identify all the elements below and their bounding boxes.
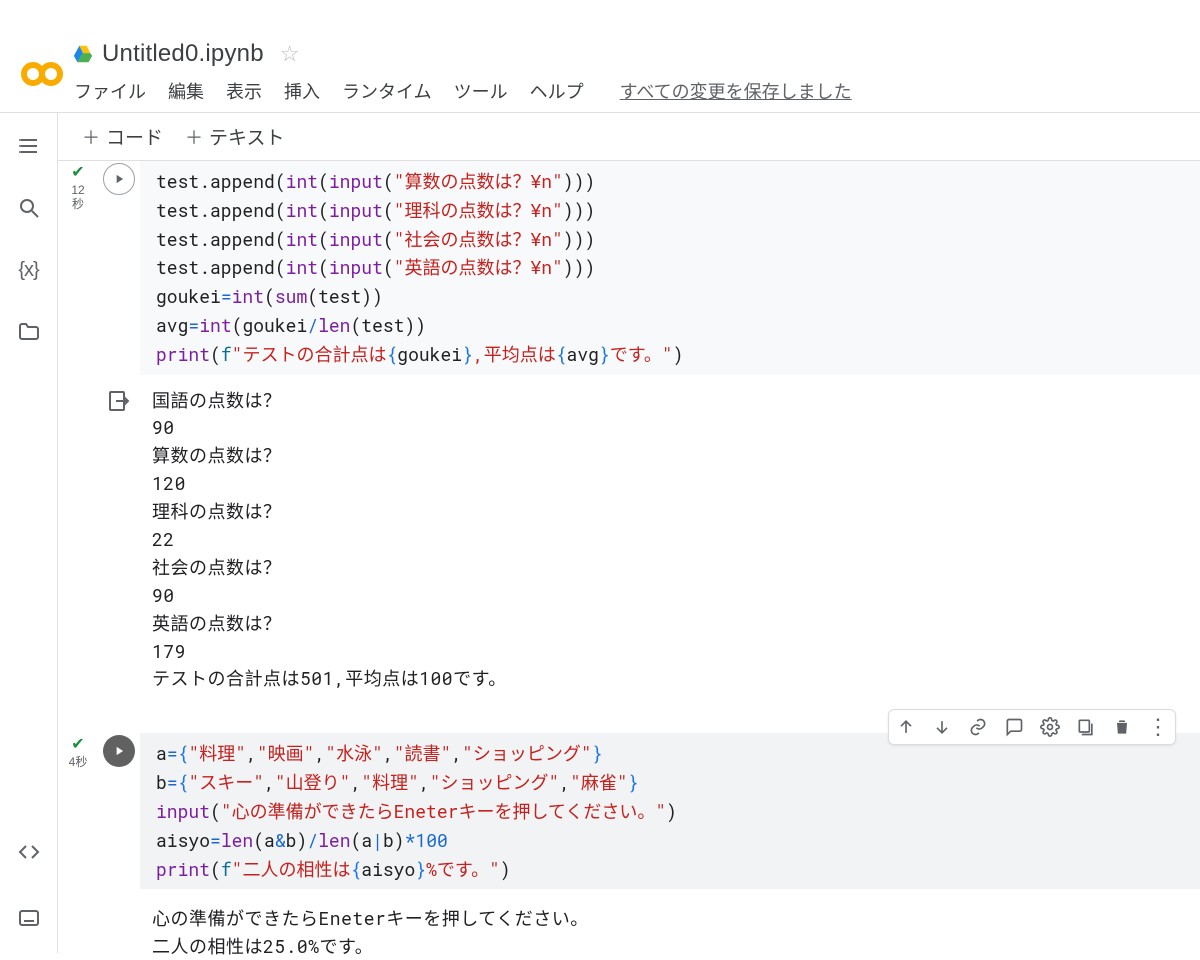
cell-action-toolbar: ⋮ (888, 709, 1176, 745)
menu-edit[interactable]: 編集 (168, 78, 204, 104)
run-cell-button[interactable] (103, 735, 135, 767)
menu-help[interactable]: ヘルプ (530, 78, 584, 104)
colab-logo[interactable] (12, 44, 72, 104)
settings-icon[interactable] (1039, 716, 1061, 738)
code-editor[interactable]: test.append(int(input("算数の点数は？¥n"))) tes… (140, 161, 1200, 375)
toc-icon[interactable] (16, 133, 42, 159)
output-arrow-icon[interactable] (98, 387, 140, 694)
cell-duration: 12秒 (71, 183, 84, 212)
header: Untitled0.ipynb ☆ ファイル 編集 表示 挿入 ランタイム ツー… (0, 30, 1200, 112)
terminal-icon[interactable] (16, 905, 42, 931)
code-editor[interactable]: a={"料理","映画","水泳","読書","ショッピング"} b={"スキー… (140, 733, 1200, 889)
menu-file[interactable]: ファイル (74, 78, 146, 104)
mirror-icon[interactable] (1075, 716, 1097, 738)
code-cell: ⋮ ✔ 4秒 a={"料理","映画","水泳","読書","ショッピング"} … (58, 733, 1200, 960)
move-down-icon[interactable] (931, 716, 953, 738)
save-status[interactable]: すべての変更を保存しました (620, 78, 852, 104)
cell-duration: 4秒 (69, 755, 88, 769)
add-code-button[interactable]: ＋コード (82, 123, 163, 150)
menu-tools[interactable]: ツール (454, 78, 508, 104)
cell-status: ✔ 12秒 (58, 161, 98, 212)
add-text-button[interactable]: ＋テキスト (185, 123, 284, 150)
left-rail: {x} (0, 113, 58, 953)
menubar: ファイル 編集 表示 挿入 ランタイム ツール ヘルプ すべての変更を保存しまし… (72, 68, 852, 112)
menu-view[interactable]: 表示 (226, 78, 262, 104)
more-icon[interactable]: ⋮ (1147, 716, 1169, 738)
notebook-toolbar: ＋コード ＋テキスト (58, 113, 1200, 160)
drive-icon (72, 43, 94, 65)
run-cell-button[interactable] (103, 163, 135, 195)
comment-icon[interactable] (1003, 716, 1025, 738)
link-icon[interactable] (967, 716, 989, 738)
files-icon[interactable] (16, 319, 42, 345)
code-snippets-icon[interactable] (16, 839, 42, 865)
cell-output: 心の準備ができたらEneterキーを押してください。 二人の相性は25.0%です… (140, 905, 1200, 960)
cell-output: 国語の点数は？ 90 算数の点数は？ 120 理科の点数は？ 22 社会の点数は… (140, 387, 1200, 694)
menu-insert[interactable]: 挿入 (284, 78, 320, 104)
search-icon[interactable] (16, 195, 42, 221)
move-up-icon[interactable] (895, 716, 917, 738)
check-icon: ✔ (71, 165, 84, 181)
check-icon: ✔ (71, 737, 84, 753)
star-icon[interactable]: ☆ (280, 41, 300, 67)
menu-runtime[interactable]: ランタイム (342, 78, 432, 104)
variables-icon[interactable]: {x} (16, 257, 42, 283)
cell-status: ✔ 4秒 (58, 733, 98, 769)
notebook-title[interactable]: Untitled0.ipynb (102, 40, 264, 68)
delete-icon[interactable] (1111, 716, 1133, 738)
code-cell: ✔ 12秒 test.append(int(input("算数の点数は？¥n")… (58, 161, 1200, 693)
browser-chrome-spacer (0, 0, 1200, 30)
